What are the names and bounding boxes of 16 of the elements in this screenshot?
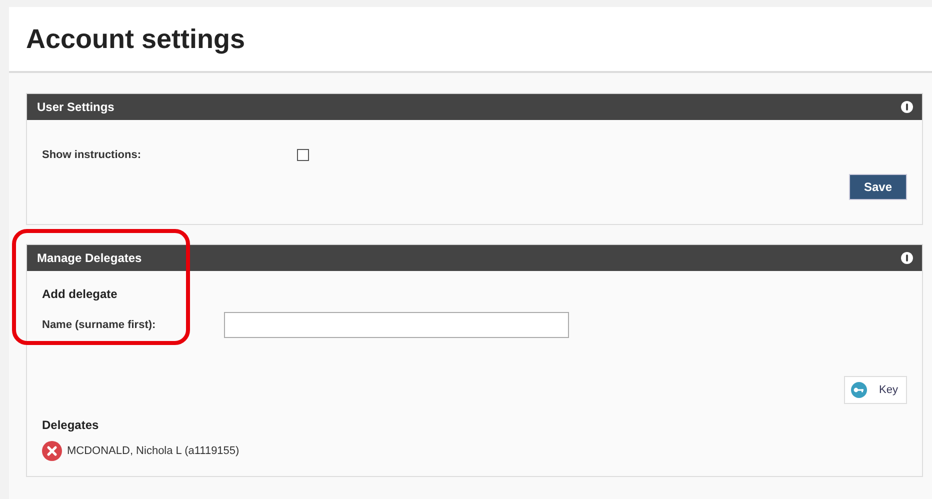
checkbox[interactable]	[297, 149, 309, 161]
remove-icon[interactable]	[42, 441, 62, 461]
field-label: Name (surname first):	[42, 319, 157, 331]
panel-title: Manage Delegates	[37, 251, 142, 265]
page-title: Account settings	[26, 24, 246, 54]
section-heading: Delegates	[42, 418, 100, 432]
field-label: Show instructions:	[42, 149, 142, 161]
name-input-field[interactable]	[224, 312, 569, 338]
section-heading: Add delegate	[42, 287, 118, 301]
save-button[interactable]: Save	[849, 174, 907, 200]
delegate-name: MCDONALD, Nichola L (a1119155)	[67, 445, 240, 457]
key-button[interactable]: Key	[844, 376, 907, 404]
info-icon[interactable]	[901, 252, 913, 264]
key-icon	[851, 382, 867, 398]
panel-title: User Settings	[37, 100, 114, 114]
info-icon[interactable]	[901, 101, 913, 113]
